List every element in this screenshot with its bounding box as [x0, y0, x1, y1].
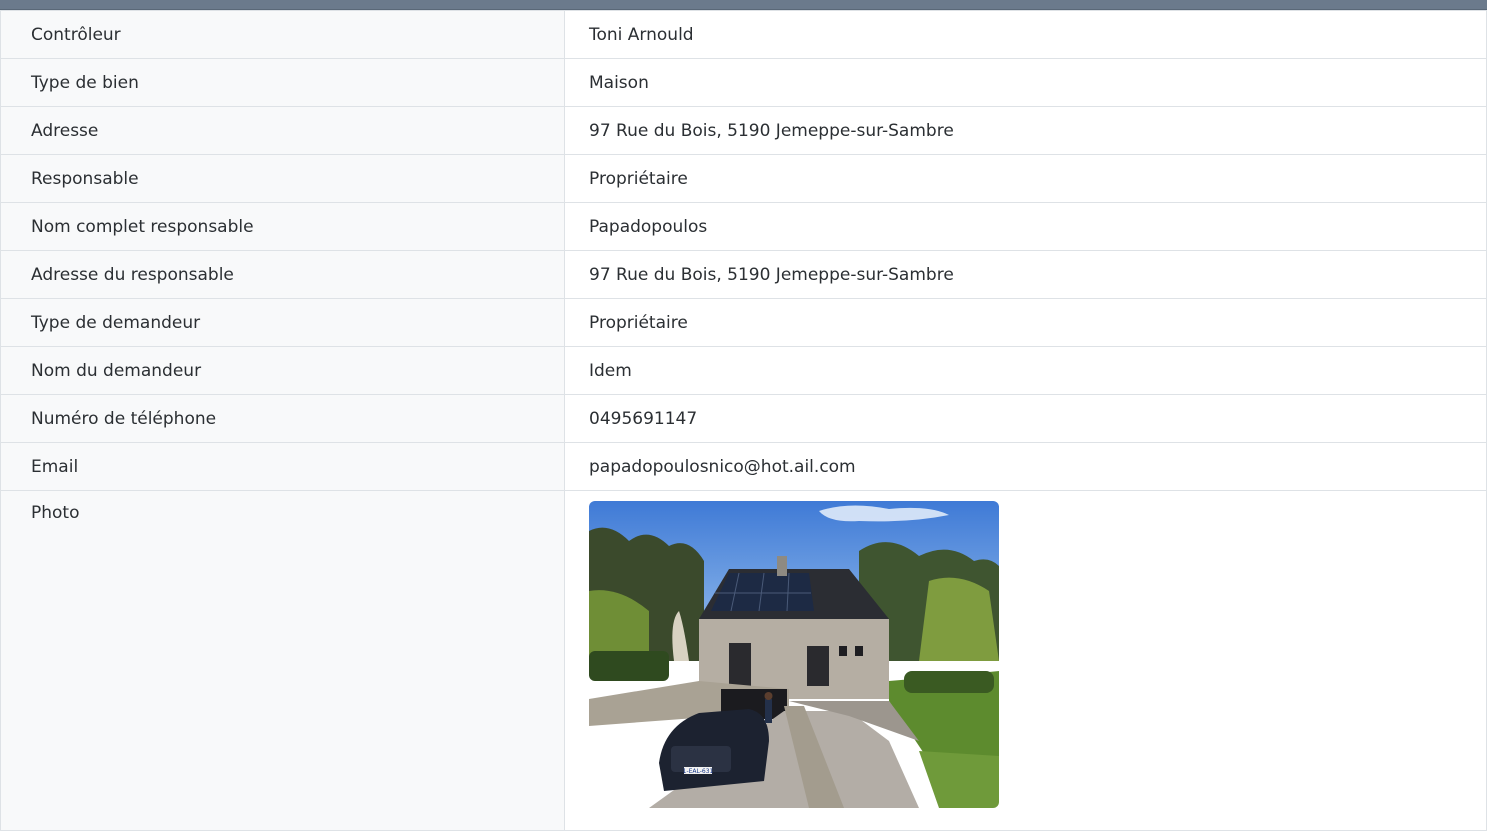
row-label-adresse-du-responsable: Adresse du responsable	[0, 250, 565, 299]
table-row: Nom complet responsable Papadopoulos	[0, 202, 1487, 251]
row-value-photo: 1-EAL-631	[564, 490, 1487, 831]
row-label-controleur: Contrôleur	[0, 10, 565, 59]
table-row: Nom du demandeur Idem	[0, 346, 1487, 395]
row-value-controleur: Toni Arnould	[564, 10, 1487, 59]
license-plate-text: 1-EAL-631	[683, 768, 714, 775]
row-value-responsable: Propriétaire	[564, 154, 1487, 203]
row-value-type-de-bien: Maison	[564, 58, 1487, 107]
row-value-email: papadopoulosnico@hot.ail.com	[564, 442, 1487, 491]
row-label-type-de-bien: Type de bien	[0, 58, 565, 107]
table-row: Type de demandeur Propriétaire	[0, 298, 1487, 347]
row-label-nom-du-demandeur: Nom du demandeur	[0, 346, 565, 395]
table-row: Numéro de téléphone 0495691147	[0, 394, 1487, 443]
row-label-nom-complet-responsable: Nom complet responsable	[0, 202, 565, 251]
row-value-nom-du-demandeur: Idem	[564, 346, 1487, 395]
table-row: Responsable Propriétaire	[0, 154, 1487, 203]
house-photo[interactable]: 1-EAL-631	[589, 501, 999, 808]
table-row: Adresse du responsable 97 Rue du Bois, 5…	[0, 250, 1487, 299]
row-value-numero-de-telephone: 0495691147	[564, 394, 1487, 443]
house-photo-image: 1-EAL-631	[589, 501, 999, 808]
table-row: Adresse 97 Rue du Bois, 5190 Jemeppe-sur…	[0, 106, 1487, 155]
row-label-numero-de-telephone: Numéro de téléphone	[0, 394, 565, 443]
row-label-photo: Photo	[0, 490, 565, 831]
row-label-adresse: Adresse	[0, 106, 565, 155]
row-value-adresse: 97 Rue du Bois, 5190 Jemeppe-sur-Sambre	[564, 106, 1487, 155]
table-row-photo: Photo 1-EAL-631	[0, 490, 1487, 831]
row-label-type-de-demandeur: Type de demandeur	[0, 298, 565, 347]
table-row: Contrôleur Toni Arnould	[0, 10, 1487, 59]
table-row: Type de bien Maison	[0, 58, 1487, 107]
row-label-email: Email	[0, 442, 565, 491]
row-value-adresse-du-responsable: 97 Rue du Bois, 5190 Jemeppe-sur-Sambre	[564, 250, 1487, 299]
row-value-nom-complet-responsable: Papadopoulos	[564, 202, 1487, 251]
row-value-type-de-demandeur: Propriétaire	[564, 298, 1487, 347]
table-row: Email papadopoulosnico@hot.ail.com	[0, 442, 1487, 491]
header-bar	[0, 0, 1487, 10]
row-label-responsable: Responsable	[0, 154, 565, 203]
details-table: Contrôleur Toni Arnould Type de bien Mai…	[0, 10, 1487, 831]
